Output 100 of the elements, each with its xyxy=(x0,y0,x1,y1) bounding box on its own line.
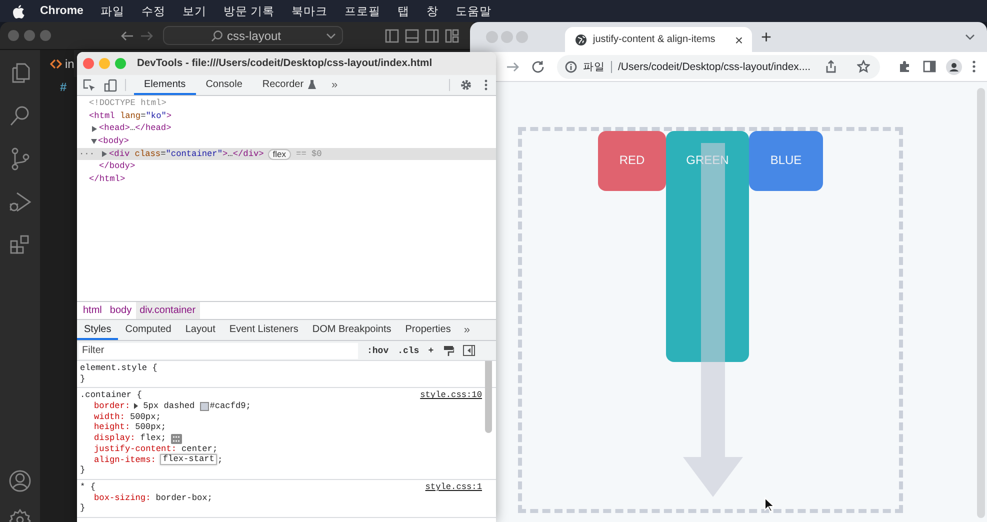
menu-item[interactable]: 탭 xyxy=(398,4,410,18)
css-property[interactable]: height: xyxy=(94,422,130,434)
menu-item[interactable]: 북마크 xyxy=(292,4,328,18)
breadcrumb[interactable]: body xyxy=(106,302,136,319)
devtools-tab[interactable]: Console xyxy=(196,75,252,95)
code-file-icon xyxy=(50,58,62,68)
dom-tag: <body> xyxy=(98,135,129,148)
devtools-tab[interactable]: Recorder xyxy=(252,75,326,95)
side-panel-icon[interactable] xyxy=(923,60,936,73)
reload-icon[interactable] xyxy=(531,60,545,74)
account-icon[interactable] xyxy=(8,469,32,493)
forward-arrow-icon[interactable] xyxy=(506,60,520,74)
star-icon[interactable] xyxy=(857,60,870,73)
roller-icon[interactable] xyxy=(442,344,454,356)
css-property[interactable]: width: xyxy=(94,412,125,422)
menu-item[interactable]: 도움말 xyxy=(456,4,492,18)
dom-row[interactable]: ··· <div class="container">…</div> flex == $0 xyxy=(77,148,496,160)
search-field[interactable]: css-layout xyxy=(163,26,343,45)
styles-tab[interactable]: Computed xyxy=(118,320,178,340)
css-property[interactable]: box-sizing: xyxy=(94,492,151,504)
styles-tab[interactable]: DOM Breakpoints xyxy=(305,320,398,340)
layout-icon[interactable] xyxy=(385,28,399,42)
bug-play-icon[interactable] xyxy=(8,190,32,214)
dom-tag: <!DOCTYPE html> xyxy=(89,97,166,110)
css-value: center; xyxy=(182,444,218,454)
address-bar[interactable]: 파일 /Users/codeit/Desktop/css-layout/index.... xyxy=(557,54,880,78)
flex-badge[interactable]: flex xyxy=(268,148,292,160)
css-value: 500px; xyxy=(130,412,161,422)
device-icon[interactable] xyxy=(104,78,117,92)
dom-row[interactable]: <head>…</head> xyxy=(77,122,496,136)
css-selector: * { xyxy=(80,482,96,493)
css-property[interactable]: justify-content: xyxy=(94,444,177,455)
inspect-icon[interactable] xyxy=(83,78,96,92)
css-value: 5px dashed xyxy=(143,401,195,412)
flex-editor-icon[interactable] xyxy=(171,434,182,444)
globe-icon xyxy=(575,34,587,46)
filter-button[interactable]: + xyxy=(428,346,434,356)
triangle-right-icon[interactable] xyxy=(102,151,107,158)
filter-button[interactable]: :hov xyxy=(367,346,389,356)
expand-triangle-icon[interactable] xyxy=(134,403,138,410)
share-icon[interactable] xyxy=(825,60,837,73)
search-icon xyxy=(210,30,223,42)
menu-item[interactable]: 프로필 xyxy=(344,4,381,18)
flex-item: BLUE xyxy=(749,131,823,191)
menu-item[interactable]: 수정 xyxy=(141,4,166,18)
css-property[interactable]: border: xyxy=(94,401,130,412)
value-editor[interactable]: flex-start xyxy=(160,454,218,466)
more-tabs-button[interactable]: » xyxy=(458,320,476,340)
chevron-down-icon xyxy=(326,32,336,40)
editor-tab[interactable]: in xyxy=(40,50,74,77)
css-property[interactable]: align-items: xyxy=(94,454,156,466)
layout-icon[interactable] xyxy=(425,28,439,42)
source-link[interactable]: style.css:1 xyxy=(425,482,482,493)
menu-item[interactable]: 보기 xyxy=(182,4,206,18)
dom-tag: <html lang="ko"> xyxy=(89,110,172,122)
new-tab-button[interactable]: + xyxy=(761,26,772,48)
color-swatch[interactable] xyxy=(200,402,209,411)
filter-button[interactable]: .cls xyxy=(398,346,420,356)
puzzle-icon[interactable] xyxy=(898,60,911,73)
styles-tab[interactable]: Properties xyxy=(398,320,458,340)
styles-tab[interactable]: Layout xyxy=(178,320,222,340)
css-selector: .container { xyxy=(80,390,142,402)
css-value: #cacfd9; xyxy=(210,401,251,412)
devtools-tab[interactable]: Elements xyxy=(134,75,196,95)
breadcrumb-icon: # xyxy=(60,80,67,94)
source-link[interactable]: style.css:10 xyxy=(420,390,482,402)
breadcrumb[interactable]: div.container xyxy=(136,302,200,319)
close-tab-button[interactable]: × xyxy=(734,32,743,48)
menu-item[interactable]: 방문 기록 xyxy=(223,4,275,18)
avatar-icon[interactable] xyxy=(946,58,962,74)
settings-icon[interactable] xyxy=(460,79,472,91)
sidebar-icon[interactable] xyxy=(462,345,475,356)
info-icon xyxy=(565,60,577,72)
flex-item: RED xyxy=(598,131,666,191)
closing-brace: } xyxy=(80,503,86,514)
dom-row[interactable]: <html lang="ko"> xyxy=(77,110,496,122)
menu-item[interactable]: 파일 xyxy=(100,4,124,18)
styles-tab[interactable]: Event Listeners xyxy=(222,320,306,340)
apple-icon[interactable] xyxy=(12,4,25,18)
css-selector: element.style { xyxy=(80,363,158,374)
layout-icon[interactable] xyxy=(445,28,459,42)
closing-brace: } xyxy=(80,465,86,476)
menu-icon[interactable] xyxy=(484,79,488,91)
more-tabs-button[interactable]: » xyxy=(326,75,344,95)
triangle-right-icon[interactable] xyxy=(92,126,97,132)
window-control[interactable] xyxy=(83,58,94,69)
css-property[interactable]: display: xyxy=(94,433,136,444)
menu-item[interactable]: 창 xyxy=(426,4,439,18)
chevron-down-icon[interactable] xyxy=(965,34,975,40)
menu-icon[interactable] xyxy=(972,60,976,73)
cursor-icon xyxy=(764,497,774,512)
closing-brace: } xyxy=(80,374,86,384)
filter-field[interactable]: Filter xyxy=(79,342,358,358)
breadcrumb[interactable]: html xyxy=(79,302,106,319)
scrollbar[interactable] xyxy=(485,361,492,433)
layout-icon[interactable] xyxy=(405,28,419,42)
app-menu[interactable]: Chrome xyxy=(40,5,84,17)
browser-tab[interactable]: justify-content & align-items × xyxy=(565,27,752,52)
scrollbar[interactable] xyxy=(977,88,985,518)
back-arrow-icon[interactable] xyxy=(120,28,134,42)
